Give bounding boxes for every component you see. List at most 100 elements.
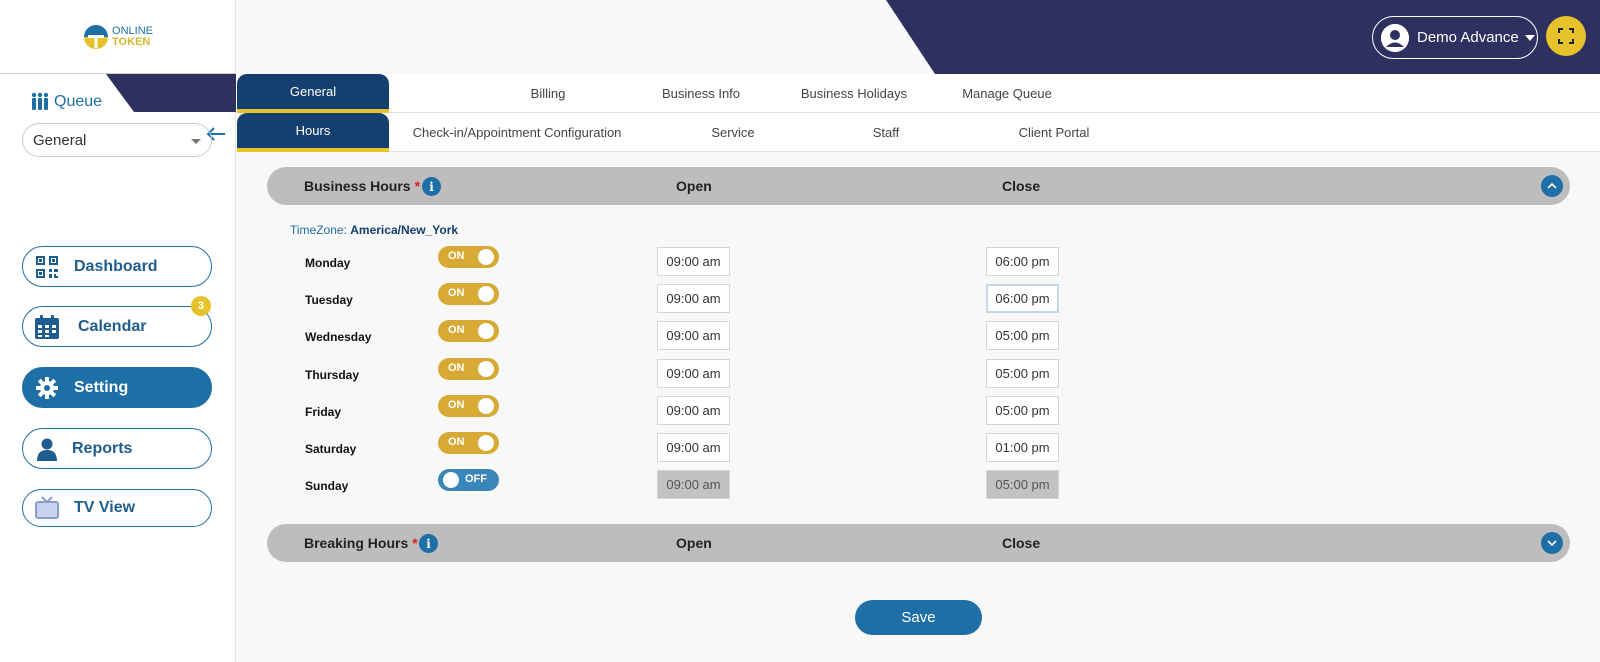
chevron-down-icon xyxy=(1524,34,1535,41)
dropdown-arrow-icon xyxy=(191,139,201,144)
breaking-hours-header[interactable]: Breaking Hours * i Open Close xyxy=(267,524,1570,562)
open-time-friday[interactable]: 09:00 am xyxy=(657,396,730,425)
tab-general[interactable]: General xyxy=(237,74,389,113)
info-icon[interactable]: i xyxy=(422,177,441,196)
day-toggle-saturday[interactable]: ON xyxy=(438,432,499,454)
app: Demo Advance ONLINE TOKEN Queue General … xyxy=(0,0,1600,662)
close-time-wednesday[interactable]: 05:00 pm xyxy=(986,321,1059,350)
day-label-sunday: Sunday xyxy=(305,479,349,493)
toggle-label: ON xyxy=(448,362,465,374)
logo-icon xyxy=(84,24,109,49)
nav-calendar[interactable]: Calendar 3 xyxy=(22,296,212,347)
save-button[interactable]: Save xyxy=(855,600,982,635)
open-time-saturday[interactable]: 09:00 am xyxy=(657,433,730,462)
toggle-knob xyxy=(478,249,494,265)
header-navy-banner xyxy=(886,0,1600,74)
subtab-staff[interactable]: Staff xyxy=(810,113,962,152)
queue-label-text: Queue xyxy=(54,93,103,110)
close-column-header: Close xyxy=(1002,178,1041,194)
required-marker: * xyxy=(414,178,421,194)
subtab-checkin-appointment[interactable]: Check-in/Appointment Configuration xyxy=(392,113,642,152)
toggle-knob xyxy=(478,435,494,451)
user-icon xyxy=(34,436,60,462)
fullscreen-button[interactable] xyxy=(1546,16,1586,56)
close-time-monday[interactable]: 06:00 pm xyxy=(986,247,1059,276)
toggle-label: ON xyxy=(448,399,465,411)
tab-billing[interactable]: Billing xyxy=(472,74,624,113)
toggle-label: ON xyxy=(448,436,465,448)
timezone-label: TimeZone: xyxy=(290,223,347,237)
day-toggle-tuesday[interactable]: ON xyxy=(438,283,499,305)
calendar-badge: 3 xyxy=(191,296,211,316)
required-marker: * xyxy=(412,535,418,551)
user-name: Demo Advance xyxy=(1417,29,1519,46)
chevron-up-icon[interactable] xyxy=(1541,175,1563,197)
day-toggle-friday[interactable]: ON xyxy=(438,395,499,417)
user-avatar-icon xyxy=(1381,23,1409,52)
toggle-knob xyxy=(478,398,494,414)
subtab-hours[interactable]: Hours xyxy=(237,113,389,152)
breaking-hours-title-text: Breaking Hours xyxy=(304,535,409,551)
day-toggle-monday[interactable]: ON xyxy=(438,246,499,268)
day-toggle-wednesday[interactable]: ON xyxy=(438,320,499,342)
close-time-thursday[interactable]: 05:00 pm xyxy=(986,359,1059,388)
timezone-line: TimeZone: America/New_York xyxy=(290,223,458,237)
tab-manage-queue[interactable]: Manage Queue xyxy=(931,74,1083,113)
open-time-thursday[interactable]: 09:00 am xyxy=(657,359,730,388)
subtab-client-portal[interactable]: Client Portal xyxy=(963,113,1145,152)
open-time-monday[interactable]: 09:00 am xyxy=(657,247,730,276)
qr-code-icon xyxy=(34,254,60,280)
day-label-thursday: Thursday xyxy=(305,368,360,382)
close-column-header: Close xyxy=(1002,535,1041,551)
fullscreen-icon xyxy=(1558,28,1574,44)
logo-text-token: TOKEN xyxy=(112,35,151,48)
toggle-label: ON xyxy=(448,287,465,299)
people-icon xyxy=(31,92,49,110)
tab-business-info[interactable]: Business Info xyxy=(625,74,777,113)
nav-reports[interactable]: Reports xyxy=(22,428,212,469)
logo-area: ONLINE TOKEN xyxy=(0,0,236,74)
day-label-friday: Friday xyxy=(305,405,342,419)
toggle-knob xyxy=(478,286,494,302)
general-subtabs: Hours Check-in/Appointment Configuration… xyxy=(236,113,1600,152)
toggle-label: ON xyxy=(448,324,465,336)
close-time-saturday[interactable]: 01:00 pm xyxy=(986,433,1059,462)
business-hours-title-text: Business Hours xyxy=(304,178,411,194)
tv-icon xyxy=(34,495,60,521)
toggle-label: OFF xyxy=(465,473,487,485)
queue-select[interactable]: General xyxy=(22,123,212,157)
timezone-value: America/New_York xyxy=(350,223,459,237)
day-label-wednesday: Wednesday xyxy=(305,330,372,344)
nav-dashboard[interactable]: Dashboard xyxy=(22,246,212,287)
settings-tabs: General Billing Business Info Business H… xyxy=(236,74,1600,113)
breaking-hours-title: Breaking Hours * xyxy=(304,535,418,551)
logo-text-online: ONLINE xyxy=(112,24,153,37)
toggle-knob xyxy=(478,323,494,339)
queue-select-value: General xyxy=(33,131,87,149)
nav-dashboard-label: Dashboard xyxy=(74,257,158,275)
info-icon[interactable]: i xyxy=(419,534,438,553)
chevron-down-icon[interactable] xyxy=(1541,532,1563,554)
nav-reports-label: Reports xyxy=(72,439,133,457)
business-hours-header[interactable]: Business Hours * i Open Close xyxy=(267,167,1570,205)
day-toggle-sunday[interactable]: OFF xyxy=(438,469,499,491)
tab-business-holidays[interactable]: Business Holidays xyxy=(778,74,930,113)
nav-setting-label: Setting xyxy=(74,378,129,396)
close-time-tuesday[interactable]: 06:00 pm xyxy=(986,284,1059,313)
open-time-wednesday[interactable]: 09:00 am xyxy=(657,321,730,350)
day-toggle-thursday[interactable]: ON xyxy=(438,358,499,380)
subtab-service[interactable]: Service xyxy=(657,113,809,152)
user-menu-button[interactable]: Demo Advance xyxy=(1372,16,1538,59)
close-time-sunday: 05:00 pm xyxy=(986,470,1059,499)
nav-setting[interactable]: Setting xyxy=(22,367,212,408)
close-time-friday[interactable]: 05:00 pm xyxy=(986,396,1059,425)
toggle-knob xyxy=(443,472,459,488)
open-column-header: Open xyxy=(676,178,712,194)
open-time-tuesday[interactable]: 09:00 am xyxy=(657,284,730,313)
toggle-label: ON xyxy=(448,250,465,262)
day-label-monday: Monday xyxy=(305,256,351,270)
logo[interactable]: ONLINE TOKEN xyxy=(82,23,153,51)
nav-tv-view[interactable]: TV View xyxy=(22,489,212,527)
day-label-saturday: Saturday xyxy=(305,442,357,456)
queue-label: Queue xyxy=(30,92,102,112)
